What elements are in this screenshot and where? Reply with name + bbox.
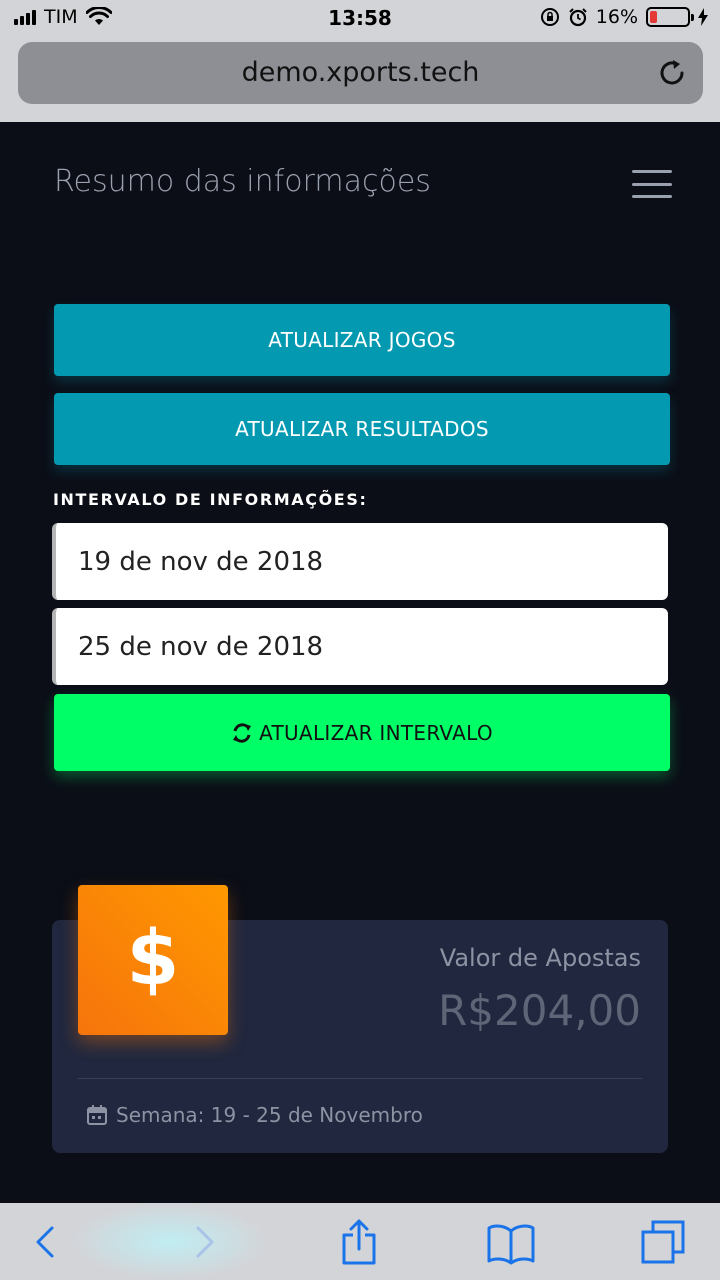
reload-icon[interactable]: [655, 56, 689, 90]
battery-percent: 16%: [595, 6, 638, 28]
start-date-value[interactable]: 19 de nov de 2018: [78, 547, 323, 577]
stat-value: R$204,00: [438, 986, 641, 1035]
url-text[interactable]: demo.xports.tech: [18, 57, 703, 88]
update-results-button[interactable]: ATUALIZAR RESULTADOS: [54, 393, 670, 465]
charging-icon: [698, 8, 708, 26]
refresh-icon: [233, 722, 252, 743]
forward-icon[interactable]: [180, 1219, 230, 1265]
menu-icon[interactable]: [632, 170, 672, 198]
share-icon[interactable]: [334, 1219, 384, 1265]
page-content: Resumo das informações ATUALIZAR JOGOS A…: [0, 122, 720, 1202]
divider: [78, 1078, 642, 1079]
end-date-field[interactable]: 25 de nov de 2018: [52, 608, 668, 685]
start-date-field[interactable]: 19 de nov de 2018: [52, 523, 668, 600]
address-bar[interactable]: demo.xports.tech: [18, 42, 703, 104]
interval-label: INTERVALO DE INFORMAÇÕES:: [53, 490, 368, 509]
update-games-button[interactable]: ATUALIZAR JOGOS: [54, 304, 670, 376]
calendar-icon: [87, 1105, 107, 1125]
lock-rotation-icon: [540, 8, 559, 26]
stat-category: Valor de Apostas: [439, 944, 641, 972]
back-icon[interactable]: [20, 1219, 70, 1265]
bookmarks-icon[interactable]: [486, 1219, 536, 1265]
browser-toolbar: [0, 1203, 720, 1280]
tabs-icon[interactable]: [640, 1219, 690, 1265]
status-bar: TIM 13:58 16%: [0, 0, 720, 36]
battery-icon: [646, 7, 694, 27]
end-date-value[interactable]: 25 de nov de 2018: [78, 632, 323, 662]
alarm-icon: [569, 8, 587, 27]
update-interval-label: ATUALIZAR INTERVALO: [259, 720, 493, 745]
dollar-symbol: $: [126, 913, 180, 1002]
browser-bar: demo.xports.tech: [0, 36, 720, 122]
update-interval-button[interactable]: ATUALIZAR INTERVALO: [54, 694, 670, 771]
page-title: Resumo das informações: [54, 164, 431, 199]
dollar-icon: $: [78, 885, 228, 1035]
stat-footer: Semana: 19 - 25 de Novembro: [116, 1103, 423, 1127]
